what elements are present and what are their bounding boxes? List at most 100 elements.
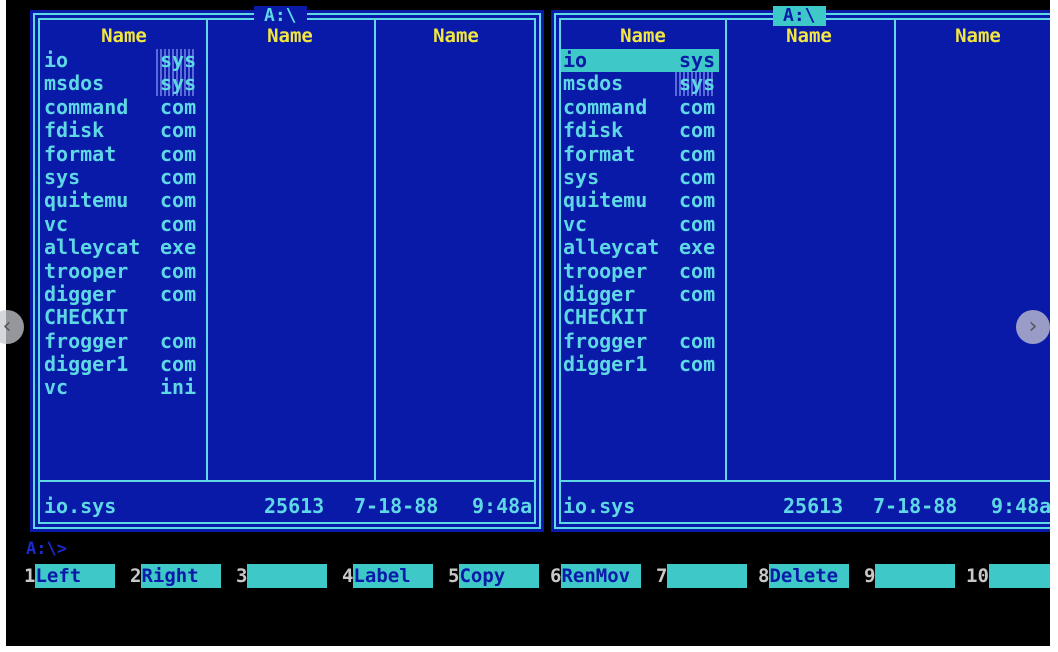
file-row[interactable]: vc ini (42, 375, 202, 400)
status-date: 7-18-88 (354, 494, 439, 518)
chevron-right-icon[interactable]: › (1016, 310, 1050, 344)
status-time: 9:48a (991, 494, 1050, 518)
file-row[interactable]: fdisk com (561, 118, 721, 143)
function-key-number: 7 (656, 565, 668, 587)
column-header-name: Name (101, 25, 147, 47)
file-row[interactable]: digger com (561, 281, 721, 306)
file-row[interactable]: sys com (42, 164, 202, 189)
file-row[interactable]: command com (42, 94, 202, 119)
file-extension: sys (154, 48, 197, 73)
file-name: io (44, 48, 69, 72)
file-name: CHECKIT (44, 305, 129, 330)
file-extension: com (679, 164, 716, 189)
function-key-number: 8 (758, 565, 770, 587)
file-row[interactable]: frogger com (42, 329, 202, 353)
file-extension: com (160, 258, 197, 283)
file-row[interactable]: vc com (561, 211, 721, 236)
file-extension: com (160, 281, 197, 306)
function-key-number: 1 (24, 565, 36, 587)
file-name: command (563, 94, 648, 119)
file-name: digger1 (563, 352, 648, 377)
file-name: digger (44, 281, 117, 306)
function-key-f9[interactable]: 9 (864, 564, 956, 588)
file-row[interactable]: command com (561, 94, 721, 119)
file-name: sys (44, 164, 81, 189)
function-key-label (247, 564, 328, 588)
file-extension: com (160, 164, 197, 189)
file-row[interactable]: alleycat exe (561, 235, 721, 260)
file-row[interactable]: digger1 com (561, 352, 721, 377)
file-row[interactable]: msdos sys (42, 71, 202, 96)
file-extension: com (160, 188, 197, 213)
file-name: digger (563, 281, 636, 306)
file-row[interactable]: quitemu com (561, 188, 721, 212)
file-name: quitemu (44, 188, 129, 213)
right-panel[interactable]: A:\ Name Name Name io sys msdos sys command c… (551, 6, 1050, 532)
function-key-label: Delete (769, 564, 850, 588)
file-extension: sys (673, 71, 716, 96)
file-row[interactable]: CHECKIT (42, 305, 202, 330)
file-row[interactable]: msdos sys (561, 71, 721, 96)
function-key-f6[interactable]: 6RenMov (550, 564, 642, 588)
file-name: command (44, 94, 129, 119)
function-key-f10[interactable]: 10 (966, 564, 1050, 588)
file-name: CHECKIT (563, 305, 648, 330)
function-key-number: 4 (342, 565, 354, 587)
function-key-f2[interactable]: 2Right (130, 564, 222, 588)
command-prompt[interactable]: A:\> (26, 539, 67, 559)
left-panel[interactable]: A:\ Name Name Name io sys msdos sys command c… (30, 6, 544, 532)
file-row[interactable]: alleycat exe (42, 235, 202, 259)
file-row[interactable]: trooper com (42, 258, 202, 283)
function-key-number: 10 (966, 565, 989, 587)
file-name: msdos (44, 71, 105, 96)
file-row[interactable]: frogger com (561, 328, 721, 353)
function-key-f4[interactable]: 4Label (342, 564, 434, 588)
status-time: 9:48a (472, 494, 533, 518)
file-row[interactable]: trooper com (561, 258, 721, 283)
file-row[interactable]: fdisk com (42, 118, 202, 143)
file-extension: com (679, 118, 716, 143)
function-key-number: 3 (236, 565, 248, 587)
file-name: msdos (563, 71, 624, 96)
file-extension: sys (154, 71, 197, 96)
file-row[interactable]: io sys (42, 48, 202, 73)
function-key-label: Label (353, 564, 434, 588)
file-extension: com (679, 141, 716, 166)
file-row[interactable]: quitemu com (42, 188, 202, 213)
function-key-f5[interactable]: 5Copy (448, 564, 540, 588)
column-header-name: Name (786, 25, 832, 47)
file-row[interactable]: vc com (42, 212, 202, 236)
file-name: fdisk (563, 118, 624, 143)
file-name: alleycat (563, 235, 660, 260)
file-row-selected[interactable]: io sys (561, 48, 719, 73)
function-key-label (988, 564, 1050, 588)
file-extension: com (679, 281, 716, 306)
function-key-f7[interactable]: 7 (656, 564, 748, 588)
file-name: vc (44, 375, 69, 400)
file-extension: com (679, 328, 716, 353)
function-key-label: Copy (459, 564, 540, 588)
function-key-f1[interactable]: 1Left (24, 564, 116, 588)
function-key-label: RenMov (561, 564, 642, 588)
function-key-number: 2 (130, 565, 142, 587)
file-list: io sys msdos sys command com fdisk com format com… (42, 48, 202, 400)
file-row[interactable]: digger com (42, 281, 202, 306)
file-name: trooper (563, 258, 648, 283)
column-header-name: Name (433, 25, 479, 47)
file-extension: com (679, 211, 716, 236)
file-extension: com (160, 118, 197, 143)
file-row[interactable]: digger1 com (42, 352, 202, 376)
file-row[interactable]: CHECKIT (561, 305, 721, 330)
function-key-f3[interactable]: 3 (236, 564, 328, 588)
function-key-f8[interactable]: 8Delete (758, 564, 850, 588)
file-row[interactable]: sys com (561, 164, 721, 189)
file-row[interactable]: format com (42, 142, 202, 166)
file-name: sys (563, 164, 600, 189)
function-key-label (667, 564, 748, 588)
panel-path: A:\ (773, 6, 826, 26)
status-line: io.sys 25613 7-18-88 9:48a (563, 488, 1050, 524)
status-size: 25613 (264, 494, 325, 518)
column-header-name: Name (267, 25, 313, 47)
file-row[interactable]: format com (561, 141, 721, 166)
status-separator (559, 480, 1050, 482)
